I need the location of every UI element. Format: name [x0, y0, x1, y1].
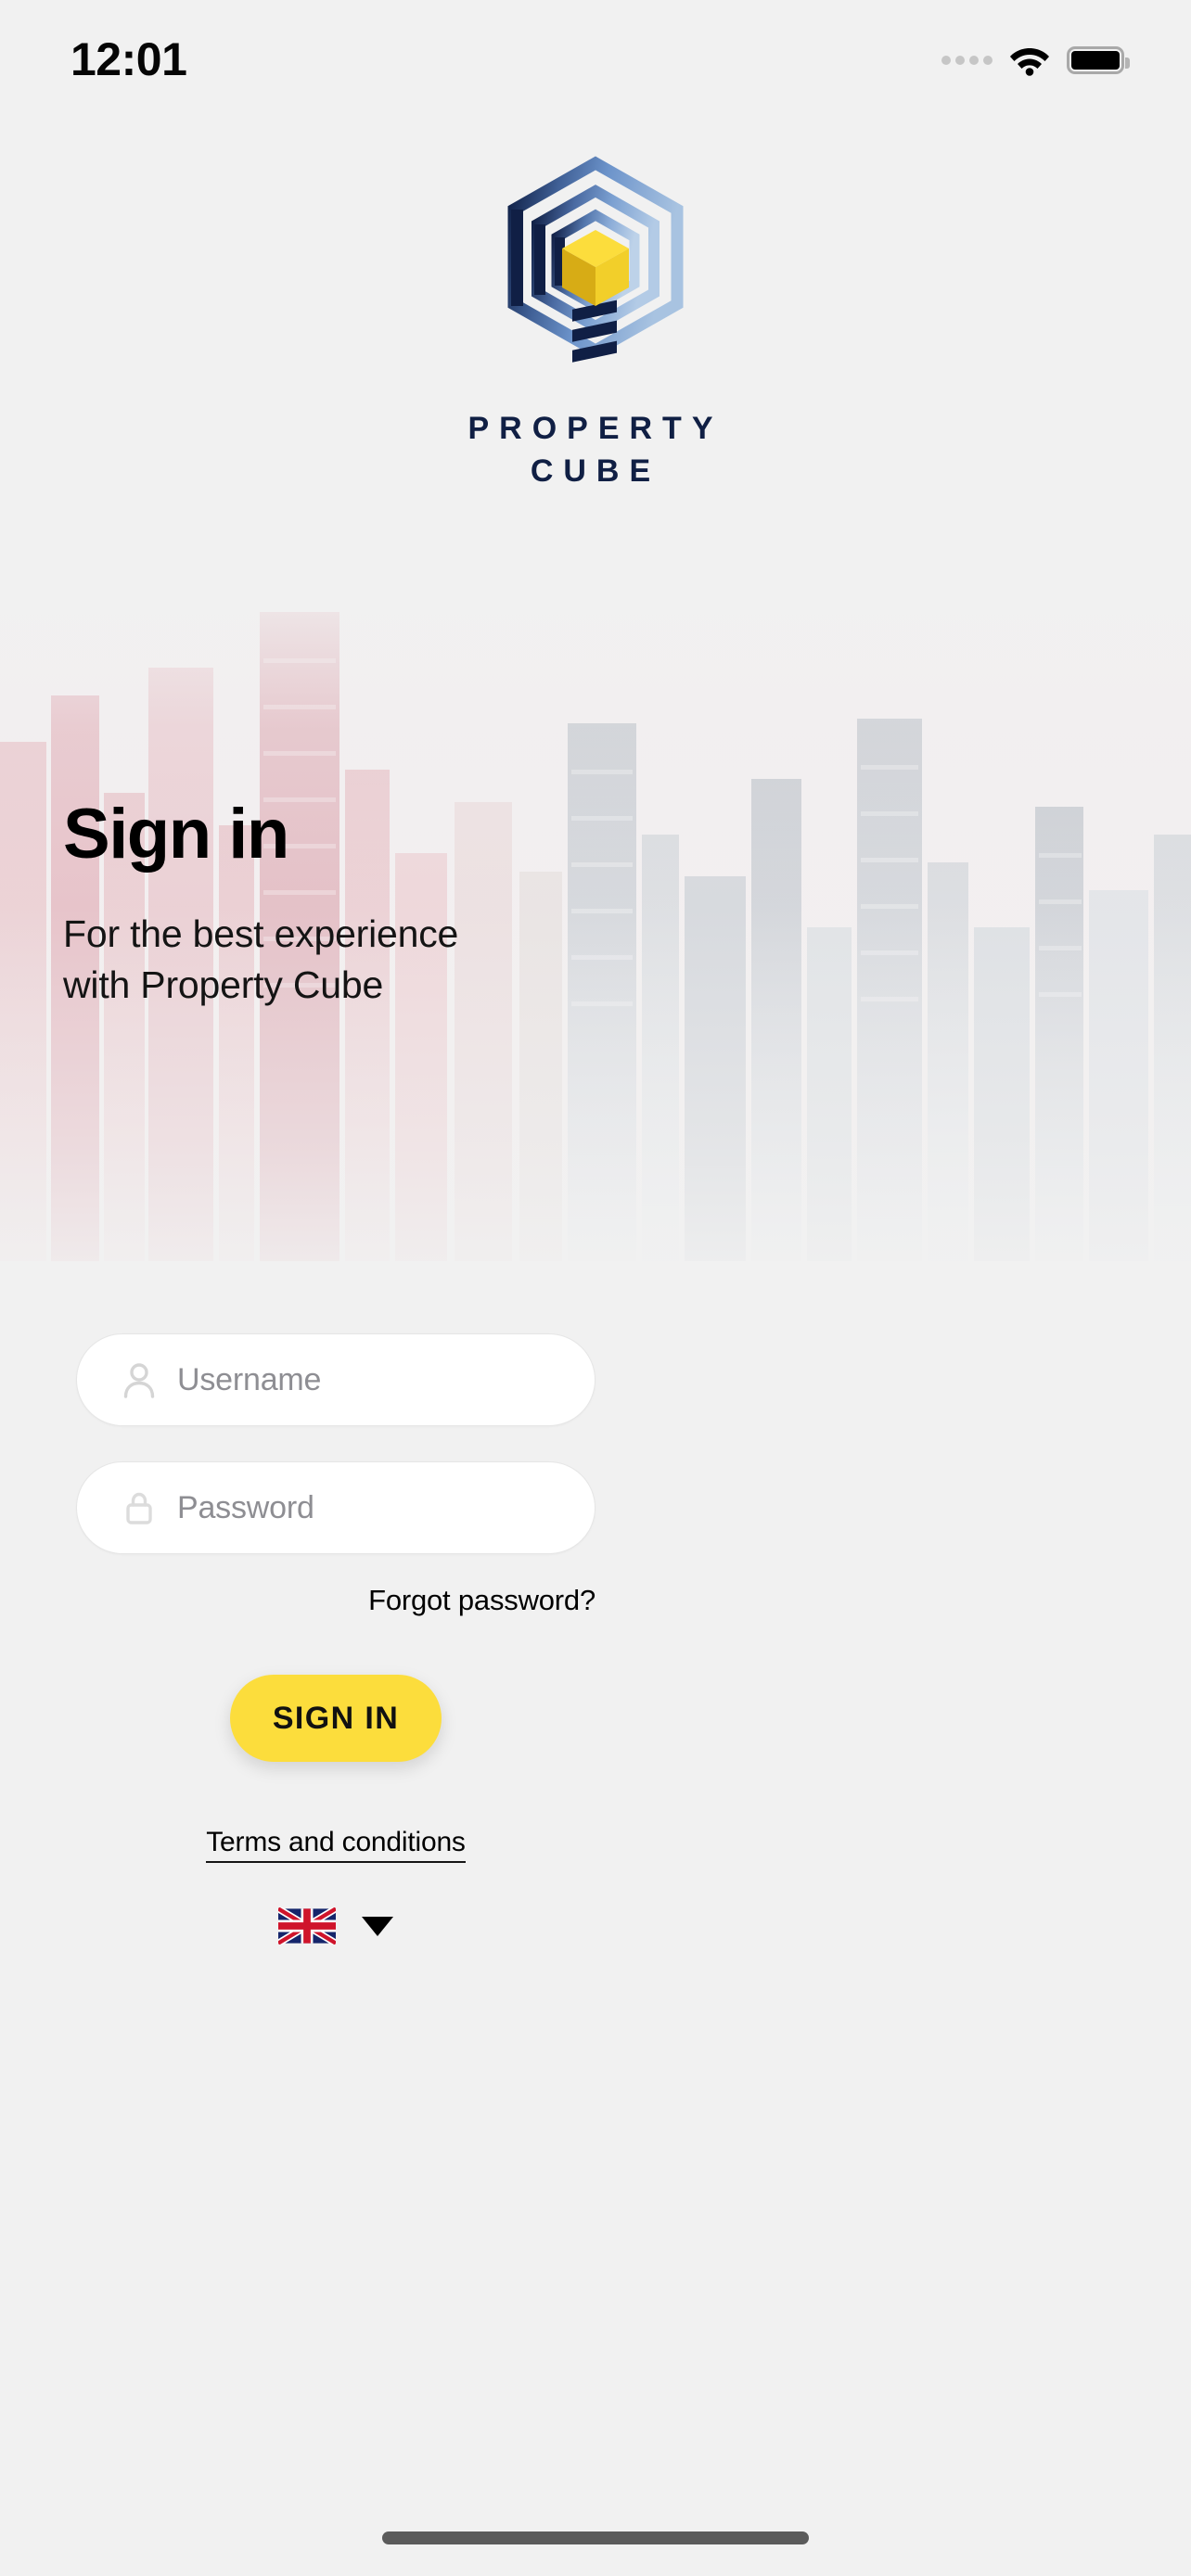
password-input[interactable]: Password	[76, 1461, 596, 1554]
wifi-icon	[1009, 45, 1050, 76]
battery-full-icon	[1067, 46, 1130, 74]
page-title: Sign in	[63, 795, 289, 874]
brand-line-2: CUBE	[530, 453, 661, 489]
home-indicator	[382, 2531, 809, 2544]
submit-row: SIGN IN	[76, 1675, 596, 1762]
terms-and-conditions-link[interactable]: Terms and conditions	[206, 1827, 466, 1863]
person-icon	[120, 1360, 159, 1399]
forgot-password-link[interactable]: Forgot password?	[368, 1584, 596, 1617]
login-form: Username Password Forgot password? SIGN …	[76, 1333, 1115, 1945]
page-subtitle-line-2: with Property Cube	[63, 963, 384, 1006]
status-bar-indicators	[941, 45, 1130, 76]
property-cube-hexagon-logo-icon	[484, 156, 707, 386]
status-bar: 12:01	[0, 0, 1191, 111]
forgot-password-row: Forgot password?	[76, 1584, 596, 1617]
username-placeholder: Username	[177, 1361, 322, 1397]
page-subtitle: For the best experience with Property Cu…	[63, 909, 458, 1010]
terms-row: Terms and conditions	[76, 1827, 596, 1863]
signal-dots-icon	[941, 56, 992, 65]
page-heading-block: Sign in For the best experience with Pro…	[63, 799, 458, 1010]
caret-down-icon[interactable]	[362, 1916, 393, 1936]
page-subtitle-line-1: For the best experience	[63, 912, 459, 955]
status-bar-clock: 12:01	[70, 33, 187, 85]
brand-name: PROPERTY CUBE	[467, 408, 723, 493]
brand-logo-block: PROPERTY CUBE	[0, 156, 1191, 493]
uk-flag-icon	[278, 1907, 336, 1945]
sign-in-button[interactable]: SIGN IN	[230, 1675, 442, 1762]
login-screen: 12:01 PROPERTY CUBE Sign in For the best…	[0, 0, 1191, 2576]
brand-line-1: PROPERTY	[467, 411, 724, 446]
language-selector[interactable]	[76, 1907, 596, 1945]
password-placeholder: Password	[177, 1489, 314, 1525]
lock-icon	[120, 1488, 159, 1527]
username-input[interactable]: Username	[76, 1333, 596, 1426]
